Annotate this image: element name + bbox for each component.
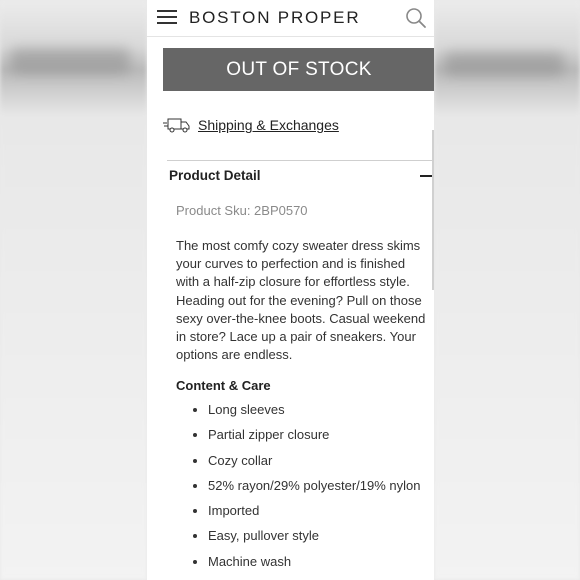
list-item: Long sleeves (176, 399, 420, 424)
out-of-stock-button[interactable]: OUT OF STOCK (163, 48, 434, 91)
minus-icon[interactable] (420, 175, 432, 177)
content-care-list: Long sleeves Partial zipper closure Cozy… (176, 399, 420, 576)
blurred-background-right (434, 0, 580, 580)
list-item: Cozy collar (176, 450, 420, 475)
list-item: Imported (176, 500, 420, 525)
product-page: BOSTON PROPER OUT OF STOCK Shipping & Ex… (147, 0, 434, 580)
shipping-exchanges-link[interactable]: Shipping & Exchanges (198, 117, 339, 133)
product-detail-heading[interactable]: Product Detail (169, 168, 261, 183)
search-icon[interactable] (405, 7, 427, 29)
hamburger-menu-icon[interactable] (157, 10, 177, 24)
product-sku: Product Sku: 2BP0570 (176, 203, 308, 218)
shipping-exchanges-row: Shipping & Exchanges (163, 117, 339, 133)
list-item: Easy, pullover style (176, 525, 420, 550)
scrollbar[interactable] (432, 130, 434, 290)
product-description: The most comfy cozy sweater dress skims … (176, 238, 426, 363)
list-item: Partial zipper closure (176, 424, 420, 449)
list-item: 52% rayon/29% polyester/19% nylon (176, 475, 420, 500)
section-divider (167, 160, 434, 161)
content-care-heading: Content & Care (176, 378, 271, 393)
truck-icon (163, 117, 191, 133)
list-item: Machine wash (176, 551, 420, 576)
brand-logo[interactable]: BOSTON PROPER (189, 8, 360, 28)
blurred-background-left (0, 0, 147, 580)
site-header: BOSTON PROPER (147, 0, 434, 37)
